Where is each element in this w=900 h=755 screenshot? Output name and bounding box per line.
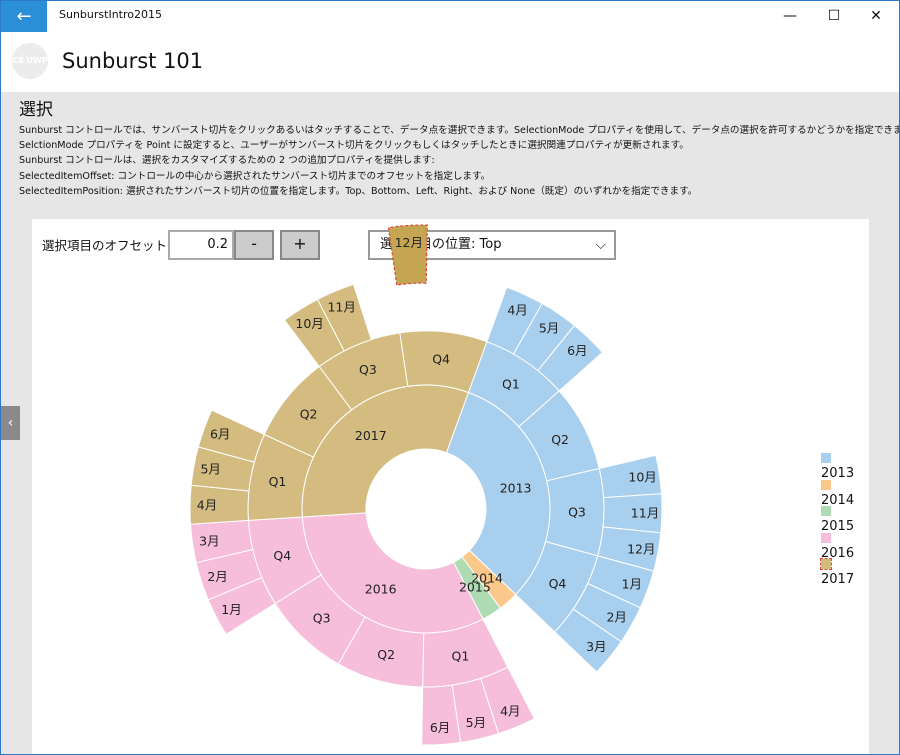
- month-label: 4月: [500, 704, 520, 719]
- app-header: C8 UWP Sunburst 101: [1, 32, 899, 92]
- description-line: Sunburst コントロールでは、サンバースト切片をクリックあるいはタッチする…: [19, 125, 900, 136]
- quarter-label: Q2: [377, 647, 395, 662]
- quarter-label: Q3: [568, 504, 586, 519]
- month-label: 3月: [586, 639, 606, 654]
- quarter-label: Q1: [502, 377, 520, 392]
- sunburst-center: [366, 449, 486, 569]
- legend-item-2017[interactable]: 2017: [820, 557, 869, 587]
- year-label: 2017: [355, 428, 387, 443]
- quarter-label: Q2: [551, 432, 569, 447]
- chevron-left-icon: ‹: [7, 415, 14, 431]
- legend-item-2015[interactable]: 2015: [821, 504, 869, 534]
- legend-swatch: [821, 453, 831, 463]
- legend-swatch: [821, 506, 831, 516]
- sunburst-slices: [189, 224, 663, 746]
- legend-swatch: [821, 532, 831, 543]
- minimize-icon: —: [783, 8, 797, 24]
- month-label: 6月: [430, 720, 450, 735]
- legend-item-2014[interactable]: 2014: [821, 478, 869, 508]
- close-button[interactable]: ✕: [853, 1, 899, 32]
- month-label: 5月: [200, 462, 220, 477]
- quarter-label: Q4: [549, 576, 567, 591]
- legend-swatch: [821, 479, 831, 490]
- description-line: Sunburst コントロールは、選択をカスタマイズするための 2 つの追加プロ…: [19, 155, 435, 167]
- app-title: Sunburst 101: [62, 49, 204, 73]
- maximize-icon: ☐: [827, 8, 841, 24]
- month-label: 10月: [295, 316, 323, 331]
- month-label: 11月: [631, 506, 659, 521]
- month-label: 3月: [199, 534, 219, 549]
- month-label: 4月: [197, 498, 217, 513]
- year-label: 2016: [365, 582, 397, 597]
- chart-panel: 選択項目のオフセット 0.2 - + 選択項目の位置: Top ⌵ 2013 Q1…: [32, 219, 869, 755]
- quarter-label: Q3: [359, 362, 377, 377]
- pane-toggle-button[interactable]: ‹: [1, 406, 20, 440]
- month-label: 12月: [395, 235, 423, 250]
- title-bar: ← SunburstIntro2015 — ☐ ✕: [1, 1, 899, 32]
- window-title: SunburstIntro2015: [59, 8, 162, 21]
- quarter-label: Q1: [269, 474, 287, 489]
- legend-label: 2017: [821, 572, 855, 587]
- month-label: 11月: [327, 299, 355, 314]
- quarter-label: Q3: [313, 611, 331, 626]
- year-label: 2013: [500, 481, 532, 496]
- quarter-label: Q2: [300, 407, 318, 422]
- month-label: 2月: [207, 569, 227, 584]
- month-label: 6月: [210, 427, 230, 442]
- sunburst-chart[interactable]: 2013Q14月5月6月Q2Q310月11月12月Q4 1月2月3月2014201…: [32, 219, 869, 755]
- quarter-label: Q1: [452, 649, 470, 664]
- month-label: 1月: [622, 576, 642, 591]
- app-logo: C8 UWP: [12, 43, 48, 79]
- month-label: 5月: [466, 715, 486, 730]
- month-label: 2月: [606, 609, 626, 624]
- year-label: 2015: [459, 579, 491, 594]
- month-label: 10月: [628, 469, 656, 484]
- month-label: 4月: [507, 303, 527, 318]
- description-section: 選択 Sunburst コントロールでは、サンバースト切片をクリックあるいはタッ…: [19, 95, 900, 199]
- back-button[interactable]: ←: [1, 1, 47, 32]
- selected-month-slice[interactable]: [387, 224, 428, 286]
- app-window: ← SunburstIntro2015 — ☐ ✕ C8 UWP Sunburs…: [0, 0, 900, 755]
- back-arrow-icon: ←: [16, 6, 32, 27]
- quarter-label: Q4: [273, 548, 291, 563]
- close-icon: ✕: [870, 8, 882, 24]
- month-label: 1月: [221, 602, 241, 617]
- description-line: SelectedItemPosition: 選択されたサンバースト切片の位置を指…: [19, 185, 698, 197]
- minimize-button[interactable]: —: [767, 1, 813, 32]
- legend-item-2016[interactable]: 2016: [821, 531, 869, 561]
- month-label: 12月: [627, 542, 655, 557]
- page-heading: 選択: [19, 100, 53, 120]
- description-line: SelctionMode プロパティを Point に設定すると、ユーザーがサン…: [19, 140, 689, 152]
- maximize-button[interactable]: ☐: [811, 1, 857, 32]
- legend-item-2013[interactable]: 2013: [821, 451, 869, 481]
- legend-swatch: [820, 558, 832, 570]
- month-label: 5月: [539, 320, 559, 335]
- month-label: 6月: [567, 343, 587, 358]
- quarter-label: Q4: [432, 351, 450, 366]
- description-line: SelectedItemOffset: コントロールの中心から選択されたサンバー…: [19, 170, 491, 182]
